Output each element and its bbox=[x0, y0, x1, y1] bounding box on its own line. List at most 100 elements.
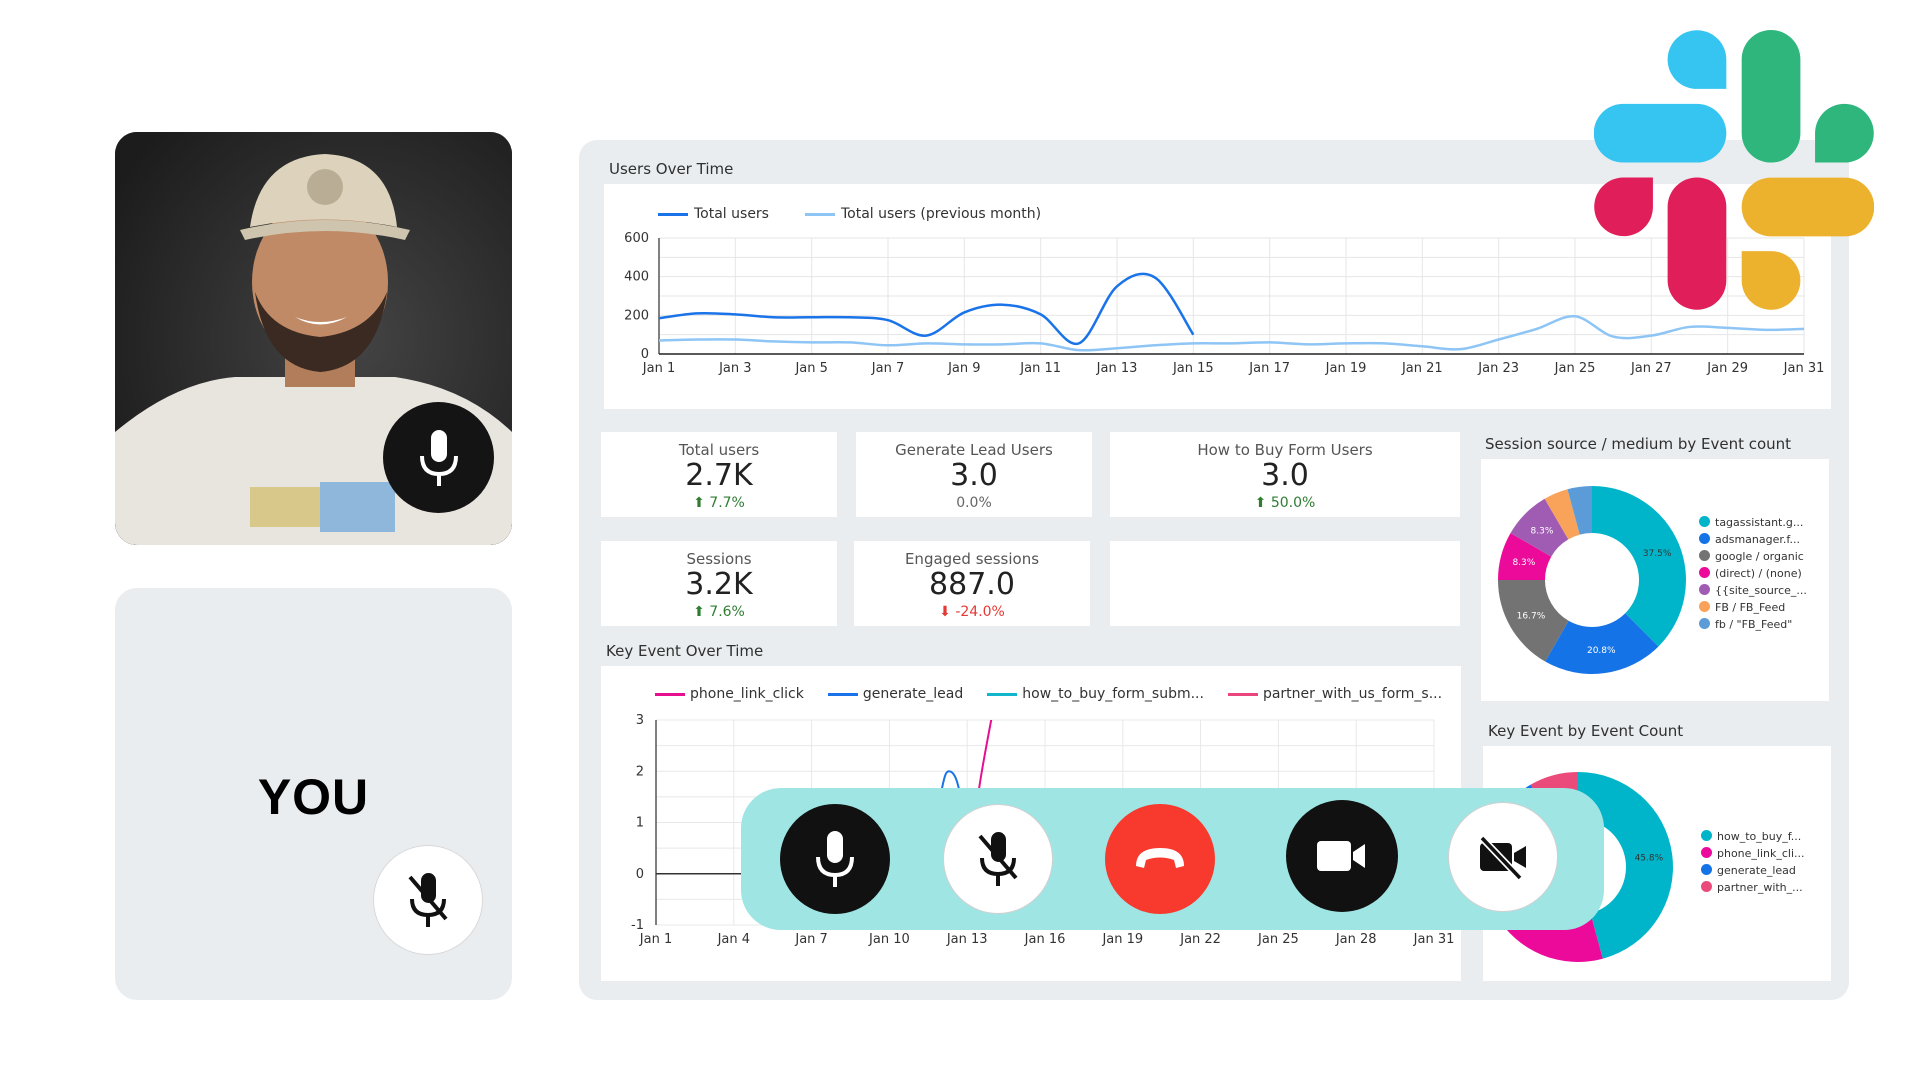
legend-item: how_to_buy_f... bbox=[1701, 828, 1805, 845]
x-tick-label: Jan 7 bbox=[871, 361, 904, 376]
kpi-value: 2.7K bbox=[685, 458, 753, 493]
y-tick-label: 1 bbox=[636, 816, 644, 831]
arrow-down-icon: ⬇ bbox=[939, 604, 951, 620]
slice-label: 37.5% bbox=[1643, 549, 1672, 559]
y-tick-label: 0 bbox=[636, 867, 644, 882]
legend-label: FB / FB_Feed bbox=[1715, 601, 1786, 614]
slack-logo-blue bbox=[1594, 30, 1727, 163]
kpi-change: ⬆ 7.7% bbox=[601, 495, 837, 511]
kpi-change-value: 50.0% bbox=[1270, 495, 1316, 511]
x-tick-label: Jan 13 bbox=[946, 932, 988, 947]
y-tick-label: 400 bbox=[624, 270, 649, 285]
x-tick-label: Jan 10 bbox=[868, 932, 910, 947]
legend-label: (direct) / (none) bbox=[1715, 567, 1802, 580]
kpi-label: Sessions bbox=[686, 550, 752, 568]
x-tick-label: Jan 1 bbox=[642, 361, 675, 376]
kpi-change-value: 0.0% bbox=[956, 495, 992, 511]
x-tick-label: Jan 28 bbox=[1335, 932, 1377, 947]
mic-icon bbox=[419, 429, 458, 486]
x-tick-label: Jan 23 bbox=[1477, 361, 1519, 376]
slice-label: 20.8% bbox=[1587, 646, 1616, 656]
y-tick-label: 200 bbox=[624, 308, 649, 323]
x-tick-label: Jan 7 bbox=[794, 932, 827, 947]
donut-slice bbox=[1592, 486, 1686, 647]
y-tick-label: 0 bbox=[641, 347, 649, 362]
kpi-label: Total users bbox=[678, 441, 760, 459]
kpi-change: ⬆ 7.6% bbox=[601, 604, 837, 620]
phone-hangup-icon bbox=[1136, 848, 1184, 868]
participant-video-tile bbox=[115, 132, 512, 545]
legend-label: how_to_buy_f... bbox=[1717, 830, 1802, 843]
legend-dot bbox=[1699, 618, 1710, 629]
slack-logo-green bbox=[1741, 30, 1874, 163]
arrow-up-icon: ⬆ bbox=[1254, 495, 1267, 511]
session-source-donut: 37.5% 20.8% 16.7% 8.3% 8.3% bbox=[1498, 486, 1686, 674]
arrow-up-icon: ⬆ bbox=[693, 495, 705, 511]
local-participant-tile: YOU bbox=[115, 588, 512, 1000]
camera-off-button[interactable] bbox=[1448, 802, 1558, 912]
legend-dot bbox=[1701, 847, 1712, 858]
slice-label: 8.3% bbox=[1531, 526, 1554, 536]
legend-item: partner_with_... bbox=[1701, 879, 1805, 896]
legend-item: google / organic bbox=[1699, 548, 1807, 565]
camera-button[interactable] bbox=[1286, 800, 1398, 912]
remote-mic-button[interactable] bbox=[383, 402, 494, 513]
y-tick-label: -1 bbox=[631, 918, 644, 933]
video-off-icon bbox=[1479, 835, 1526, 880]
kpi-card-how-to-buy-form-users: How to Buy Form Users 3.0 ⬆ 50.0% bbox=[1110, 432, 1460, 517]
session-source-title: Session source / medium by Event count bbox=[1485, 435, 1792, 453]
kpi-value: 3.2K bbox=[685, 567, 753, 602]
legend-item: phone_link_cli... bbox=[1701, 845, 1805, 862]
legend-dot bbox=[1699, 567, 1710, 578]
legend-dot bbox=[1701, 864, 1712, 875]
kpi-value: 887.0 bbox=[929, 567, 1015, 602]
local-mic-muted-button[interactable] bbox=[373, 845, 483, 955]
kpi-label: Generate Lead Users bbox=[895, 441, 1053, 459]
legend-label: fb / "FB_Feed" bbox=[1715, 618, 1793, 631]
microphone-button[interactable] bbox=[780, 804, 890, 914]
x-tick-label: Jan 17 bbox=[1248, 361, 1290, 376]
legend-label: google / organic bbox=[1715, 550, 1804, 563]
x-tick-label: Jan 1 bbox=[639, 932, 672, 947]
x-tick-label: Jan 25 bbox=[1554, 361, 1596, 376]
x-tick-label: Jan 27 bbox=[1630, 361, 1672, 376]
x-tick-label: Jan 22 bbox=[1179, 932, 1221, 947]
kpi-card-total-users: Total users 2.7K ⬆ 7.7% bbox=[601, 432, 837, 517]
x-tick-label: Jan 3 bbox=[718, 361, 751, 376]
legend-dot bbox=[1699, 516, 1710, 527]
legend-dot bbox=[1701, 830, 1712, 841]
video-camera-icon bbox=[1317, 841, 1365, 871]
participant-name: YOU bbox=[257, 769, 370, 825]
mute-microphone-button[interactable] bbox=[943, 804, 1053, 914]
mic-off-icon bbox=[978, 832, 1018, 886]
x-tick-label: Jan 21 bbox=[1401, 361, 1443, 376]
key-event-count-legend: how_to_buy_f... phone_link_cli... generate… bbox=[1701, 828, 1805, 896]
y-tick-label: 2 bbox=[636, 764, 644, 779]
slice-label: 45.8% bbox=[1635, 854, 1664, 864]
legend-item: fb / "FB_Feed" bbox=[1699, 616, 1807, 633]
series-line-previous-month bbox=[658, 315, 1805, 352]
call-controls-bar bbox=[741, 788, 1604, 930]
legend-item: tagassistant.g... bbox=[1699, 514, 1807, 531]
slice-label: 16.7% bbox=[1517, 611, 1546, 621]
legend-item: {{site_source_... bbox=[1699, 582, 1807, 599]
key-event-over-time-title: Key Event Over Time bbox=[606, 642, 764, 660]
kpi-card-sessions: Sessions 3.2K ⬆ 7.6% bbox=[601, 541, 837, 626]
x-tick-label: Jan 9 bbox=[947, 361, 980, 376]
kpi-label: Engaged sessions bbox=[904, 550, 1040, 568]
x-tick-label: Jan 11 bbox=[1019, 361, 1061, 376]
slack-logo bbox=[1594, 30, 1874, 310]
legend-dot bbox=[1699, 533, 1710, 544]
x-tick-label: Jan 15 bbox=[1172, 361, 1214, 376]
x-tick-label: Jan 5 bbox=[794, 361, 827, 376]
legend-dot bbox=[1701, 881, 1712, 892]
kpi-change-value: -24.0% bbox=[955, 604, 1005, 620]
legend-item: FB / FB_Feed bbox=[1699, 599, 1807, 616]
slack-logo-yellow bbox=[1741, 177, 1874, 310]
y-tick-label: 3 bbox=[636, 713, 644, 728]
legend-label: partner_with_... bbox=[1717, 881, 1803, 894]
legend-label: adsmanager.f... bbox=[1715, 533, 1800, 546]
users-over-time-title: Users Over Time bbox=[609, 160, 734, 178]
end-call-button[interactable] bbox=[1105, 804, 1215, 914]
legend-label: phone_link_cli... bbox=[1717, 847, 1805, 860]
